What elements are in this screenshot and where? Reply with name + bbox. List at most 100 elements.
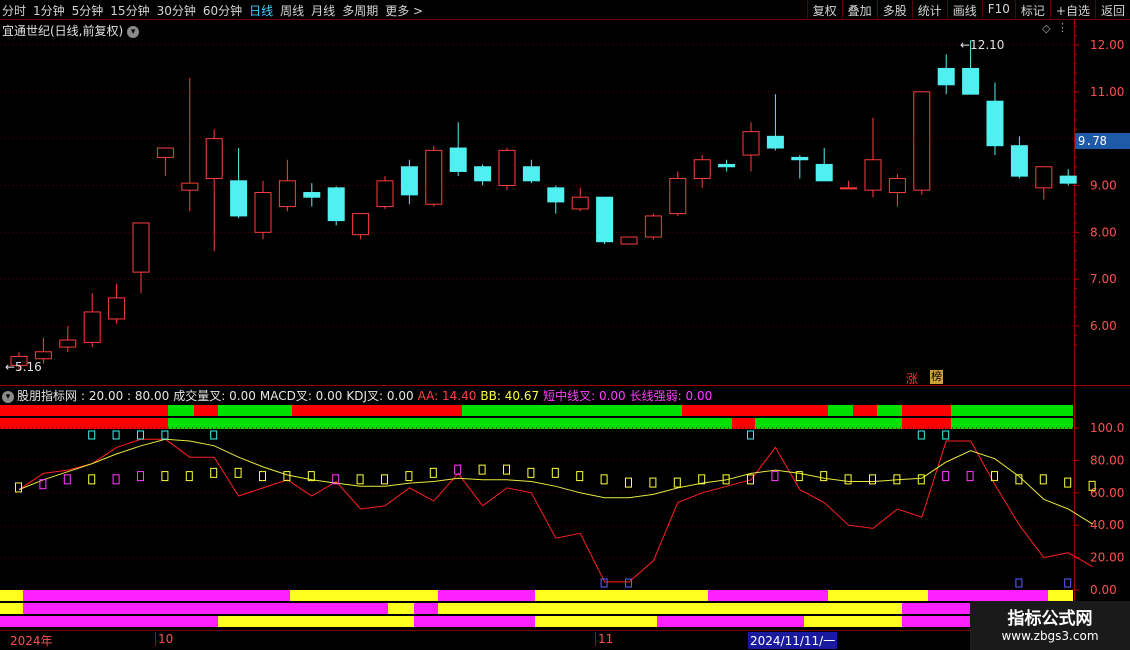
indicator-marker [259,471,266,482]
signal-bar-segment [462,405,682,416]
indicator-marker [429,467,437,478]
signal-bar-segment [0,418,168,429]
candle-body [156,147,174,158]
signal-bar-segment [755,418,902,429]
trend-bar-segment [218,616,414,627]
chevron-down-icon[interactable]: ▾ [2,391,14,403]
indicator-params: : 20.00 : 80.00 [81,389,170,403]
price-tick-label: 12.00 [1090,38,1124,52]
signal-bar-segment [292,405,462,416]
candle-body [888,177,906,194]
month-label-10: 10 [155,632,173,646]
trend-bar-segment [535,590,708,601]
cursor-date: 2024/11/11/一 [748,632,838,649]
indicator-marker [917,474,925,485]
indicator-marker [283,471,291,482]
watermark-url: www.zbgs3.com [1001,629,1099,643]
indicator-marker [527,467,535,478]
indicator-marker [210,467,218,478]
indicator-marker [625,477,632,488]
indicator-value: BB: 40.67 [480,389,540,403]
indicator-marker [1064,477,1072,488]
signal-bar-segment [951,405,1073,416]
candle-body [937,67,955,86]
indicator-marker [405,471,413,482]
candle-body [498,149,516,186]
candle-body [644,215,662,238]
indicator-value: AA: 14.40 [417,389,477,403]
indicator-value: 成交量叉: 0.00 [173,389,256,403]
candle-body [449,147,467,172]
year-label: 2024年 [10,634,53,648]
overbought-marker [137,430,144,440]
candle-body [840,187,858,190]
indicator-name[interactable]: 股朋指标网 [17,389,77,403]
candle-body [1059,175,1077,184]
trend-bar-segment [1048,590,1073,601]
trend-bar-segment [414,616,535,627]
chart-canvas[interactable]: 12.0011.0010.009.008.007.006.00←12.10←5.… [0,0,1130,650]
candle-body [83,311,101,343]
candle-body [620,236,638,245]
indicator-value: KDJ叉: 0.00 [346,389,414,403]
trend-bar-segment [0,603,23,614]
candle-body [1035,166,1053,189]
candle-body [352,213,370,236]
candle-body [59,339,77,348]
indicator-tick-label: 40.00 [1090,518,1124,532]
trend-bar-segment [438,590,535,601]
signal-bar-segment [168,418,732,429]
candle-body [693,159,711,179]
signal-bar-segment [902,405,951,416]
indicator-marker [63,474,71,485]
candle-body [718,163,736,168]
bb-line [18,438,1093,525]
trend-bar-segment [0,616,218,627]
indicator-marker [551,467,559,478]
signal-bar-segment [853,405,877,416]
trend-bar-segment [828,590,928,601]
indicator-title: ▾ 股朋指标网: 20.00 : 80.00 成交量叉: 0.00 MACD叉: 0.… [2,387,720,404]
overbought-marker [942,430,950,440]
indicator-marker [942,471,950,482]
candle-body [303,192,321,198]
bang-tag[interactable]: 榜 [930,370,943,384]
candle-body [400,166,418,196]
trend-bar-segment [438,603,902,614]
zhang-tag[interactable]: 涨 [906,370,918,387]
candle-body [230,180,248,217]
trend-bar-segment [657,616,804,627]
candle-body [669,177,687,215]
indicator-marker [503,464,510,475]
high-price-label: ←12.10 [960,38,1004,52]
candle-body [425,149,443,205]
signal-bar-segment [218,405,292,416]
price-tick-label: 8.00 [1090,225,1117,239]
candle-body [962,67,980,95]
trend-bar-segment [388,603,414,614]
indicator-marker [747,474,754,485]
signal-bar-segment [951,418,1073,429]
signal-bar-segment [0,405,168,416]
candle-body [1010,145,1028,177]
candle-body [522,166,540,182]
overbought-marker [112,430,120,440]
overbought-marker [747,430,754,440]
price-tick-label: 11.00 [1090,85,1124,99]
candle-body [815,163,833,182]
low-price-label: ←5.16 [5,360,42,374]
indicator-marker [381,474,388,485]
indicator-tick-label: 80.00 [1090,453,1124,467]
indicator-marker [234,467,242,478]
signal-bar-segment [168,405,194,416]
candle-body [571,196,589,210]
indicator-marker [88,474,96,485]
candle-body [596,196,614,243]
overbought-marker [917,430,925,440]
signal-bar-segment [902,418,951,429]
watermark-title: 指标公式网 [1007,609,1093,629]
indicator-marker [600,474,608,485]
candle-body [278,180,296,208]
indicator-marker [161,471,169,482]
candle-body [254,192,272,233]
